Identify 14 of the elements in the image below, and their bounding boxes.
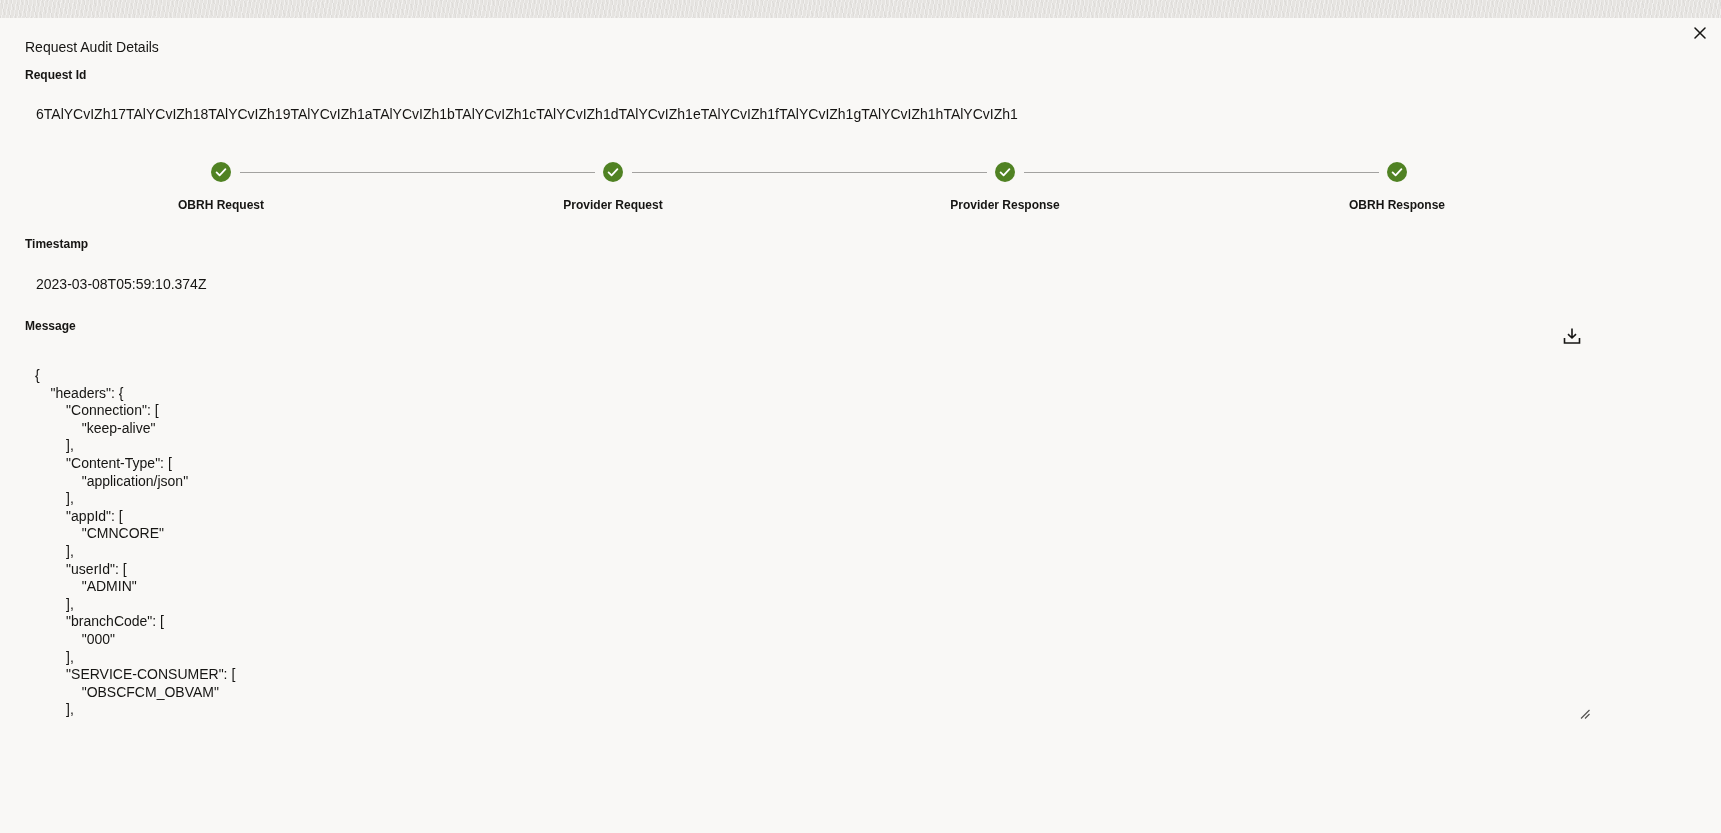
- step-label: OBRH Request: [178, 197, 264, 213]
- download-button[interactable]: [1563, 327, 1581, 345]
- request-id-value: 6TAlYCvIZh17TAlYCvIZh18TAlYCvIZh19TAlYCvIZh1aTAlYCvIZh1bTAlYCvIZh1cTAlYCvIZh1dTAlYCvIZh1eTAlYCvIZh1fTAlYCvIZh1gTAlYCvIZh1hTAlYCvIZh1: [36, 105, 1018, 124]
- step-label: Provider Response: [950, 197, 1060, 213]
- field-label: Request Id: [25, 67, 87, 83]
- field-label: Timestamp: [25, 236, 89, 252]
- step-label: OBRH Response: [1349, 197, 1445, 213]
- step-label: Provider Request: [563, 197, 663, 213]
- download-icon: [1563, 327, 1581, 345]
- field-label: Message: [25, 318, 76, 334]
- dialog-title: Request Audit Details: [25, 38, 159, 57]
- timestamp-value: 2023-03-08T05:59:10.374Z: [36, 275, 207, 294]
- close-icon: [1694, 27, 1706, 39]
- resize-handle-icon[interactable]: [1580, 708, 1590, 719]
